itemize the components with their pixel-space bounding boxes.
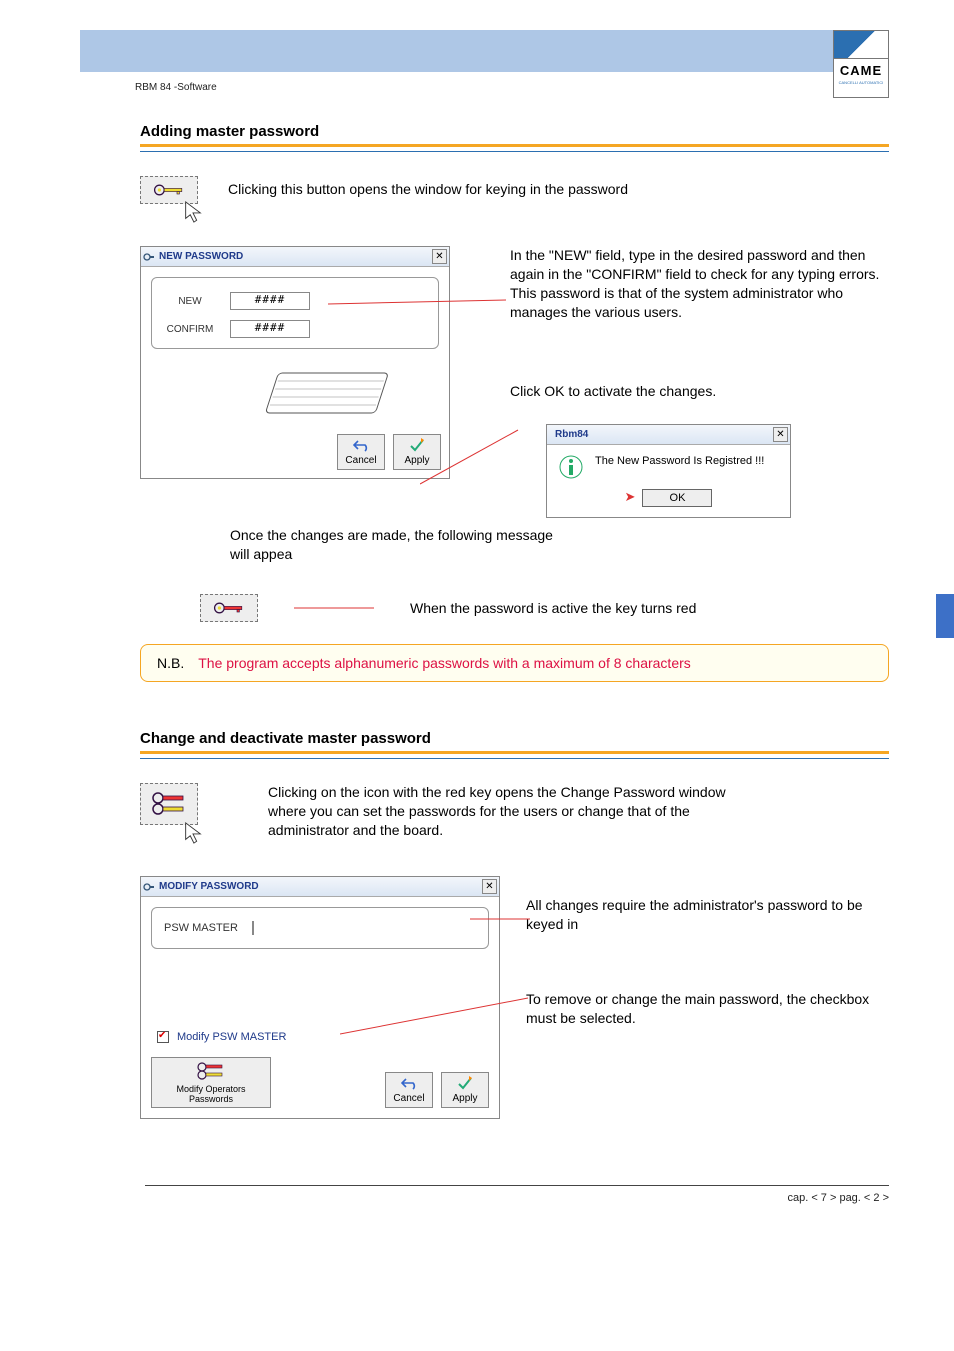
modify-psw-label: Modify PSW MASTER (177, 1031, 286, 1043)
close-icon[interactable]: ✕ (773, 427, 788, 442)
ok-button[interactable]: OK (642, 489, 712, 507)
click-ok-text: Click OK to activate the changes. (510, 382, 889, 401)
psw-master-field[interactable] (252, 921, 254, 935)
psw-master-label: PSW MASTER (164, 922, 238, 934)
logo-text: CAME (834, 59, 888, 78)
rule-blue (140, 758, 889, 759)
check-icon (409, 438, 425, 452)
cancel-label: Cancel (393, 1093, 424, 1104)
close-icon[interactable]: ✕ (432, 249, 447, 264)
page-footer: cap. < 7 > pag. < 2 > (145, 1185, 889, 1204)
modify-psw-checkbox[interactable] (157, 1031, 169, 1043)
apply-label: Apply (404, 455, 429, 466)
msgbox-text: The New Password Is Registred !!! (595, 455, 764, 467)
new-password-field[interactable]: #### (230, 292, 310, 310)
modify-password-dialog: MODIFY PASSWORD ✕ PSW MASTER Modify PSW … (140, 876, 500, 1119)
key-red-icon (213, 601, 245, 615)
apply-button[interactable]: Apply (441, 1072, 489, 1108)
confirm-label: CONFIRM (162, 324, 218, 335)
rule-orange (140, 751, 889, 754)
key-stack-icon (151, 789, 187, 819)
note-box: N.B. The program accepts alphanumeric pa… (140, 644, 889, 682)
confirmation-msgbox: Rbm84 ✕ The New Password Is Registred !!… (546, 424, 791, 518)
rule-blue (140, 151, 889, 152)
key-stack-button[interactable] (140, 783, 198, 825)
nb-label: N.B. (157, 655, 184, 671)
keyboard-illustration (251, 365, 391, 425)
undo-icon (401, 1076, 417, 1090)
new-label: NEW (162, 296, 218, 307)
logo-subtext: CANCELLI AUTOMATICI (834, 78, 888, 85)
new-password-dialog: NEW PASSWORD ✕ NEW #### CONFIRM #### (140, 246, 450, 479)
section-title-add: Adding master password (140, 123, 889, 140)
nb-text: The program accepts alphanumeric passwor… (198, 655, 691, 671)
cancel-button[interactable]: Cancel (385, 1072, 433, 1108)
document-reference: RBM 84 -Software (135, 82, 889, 93)
cursor-icon (182, 200, 204, 224)
info-icon (559, 455, 583, 479)
admin-password-text: All changes require the administrator's … (526, 896, 889, 934)
brand-logo: CAME CANCELLI AUTOMATICI (833, 30, 889, 98)
section2-intro: Clicking on the icon with the red key op… (268, 783, 728, 840)
undo-icon (353, 438, 369, 452)
cancel-label: Cancel (345, 455, 376, 466)
dialog-key-icon (143, 881, 155, 893)
dialog-key-icon (143, 251, 155, 263)
cursor-icon (182, 821, 204, 845)
cancel-button[interactable]: Cancel (337, 434, 385, 470)
rule-orange (140, 144, 889, 147)
key-icon (153, 183, 185, 197)
explain-text: In the "NEW" field, type in the desired … (510, 246, 889, 322)
leader-line (294, 607, 374, 609)
apply-button[interactable]: Apply (393, 434, 441, 470)
key-stack-icon (196, 1061, 226, 1081)
key-button-active-icon[interactable] (200, 594, 258, 622)
confirm-password-field[interactable]: #### (230, 320, 310, 338)
arrow-icon: ➤ (625, 489, 636, 504)
section-title-change: Change and deactivate master password (140, 730, 889, 747)
modify-dialog-title: MODIFY PASSWORD (159, 881, 259, 892)
key-red-text: When the password is active the key turn… (410, 599, 696, 618)
apply-label: Apply (452, 1093, 477, 1104)
close-icon[interactable]: ✕ (482, 879, 497, 894)
page-side-tab (936, 594, 954, 638)
once-message-text: Once the changes are made, the following… (230, 526, 560, 564)
title-bar (80, 30, 889, 72)
modify-operators-label: Modify Operators Passwords (176, 1084, 245, 1104)
remove-password-text: To remove or change the main password, t… (526, 990, 889, 1028)
modify-operators-button[interactable]: Modify Operators Passwords (151, 1057, 271, 1108)
intro-text: Clicking this button opens the window fo… (228, 180, 628, 199)
check-icon (457, 1076, 473, 1090)
dialog-title: NEW PASSWORD (159, 251, 243, 262)
msgbox-title: Rbm84 (555, 429, 588, 440)
